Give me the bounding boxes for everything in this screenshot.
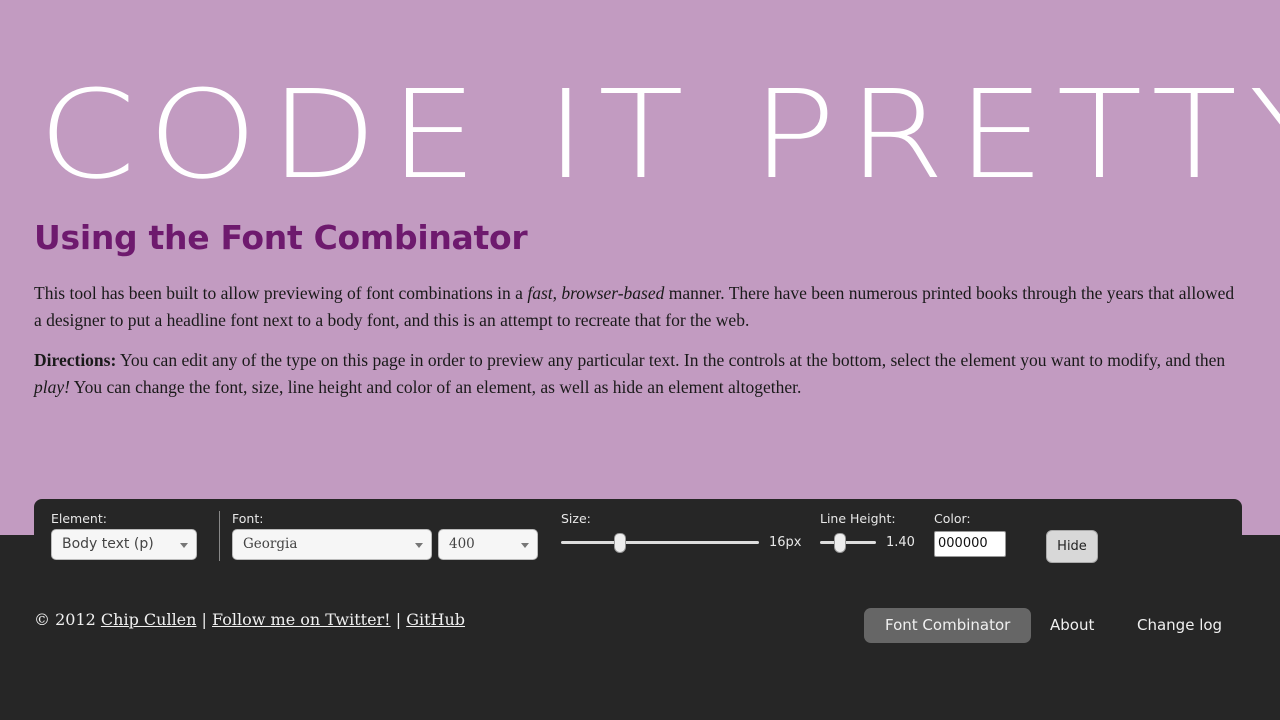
font-label: Font: [232,511,264,526]
line-height-slider-track[interactable] [820,541,876,544]
color-label: Color: [934,511,971,526]
controls-panel: Element: Body text (p) Font: Georgia 400… [34,499,1242,569]
size-slider-thumb[interactable] [614,533,627,553]
divider [219,511,220,561]
element-select[interactable]: Body text (p) [51,529,197,560]
site-title-word: PRETTY [751,64,1280,206]
chevron-down-icon [415,543,423,548]
color-input[interactable]: 000000 [934,531,1006,557]
body-content: This tool has been built to allow previe… [34,280,1244,414]
size-slider-track[interactable] [561,541,759,544]
nav-item-change-log[interactable]: Change log [1137,608,1222,643]
intro-emphasis: fast, browser-based [527,283,665,303]
page-headline[interactable]: Using the Font Combinator [34,218,528,257]
line-height-slider-thumb[interactable] [833,533,846,553]
directions-paragraph[interactable]: Directions: You can edit any of the type… [34,347,1244,401]
intro-paragraph[interactable]: This tool has been built to allow previe… [34,280,1244,334]
github-link[interactable]: GitHub [406,610,465,629]
size-readout: 16px [769,535,802,550]
site-title-word: IT [545,64,696,206]
size-label: Size: [561,511,591,526]
chevron-down-icon [180,543,188,548]
chevron-down-icon [521,543,529,548]
nav-item-about[interactable]: About [1050,608,1094,643]
site-title-word: CODE [38,64,490,206]
directions-label: Directions: [34,350,117,370]
twitter-link[interactable]: Follow me on Twitter! [212,610,391,629]
font-weight-select[interactable]: 400 [438,529,538,560]
element-label: Element: [51,511,107,526]
directions-emphasis: play! [34,377,70,397]
font-select[interactable]: Georgia [232,529,432,560]
line-height-label: Line Height: [820,511,896,526]
hide-button[interactable]: Hide [1046,530,1098,563]
site-title[interactable]: CODE IT PRETTY [38,70,1280,200]
copyright: © 2012 Chip Cullen | Follow me on Twitte… [34,610,466,629]
nav-item-font-combinator[interactable]: Font Combinator [864,608,1032,643]
line-height-readout: 1.40 [886,535,915,550]
author-link[interactable]: Chip Cullen [101,610,197,629]
